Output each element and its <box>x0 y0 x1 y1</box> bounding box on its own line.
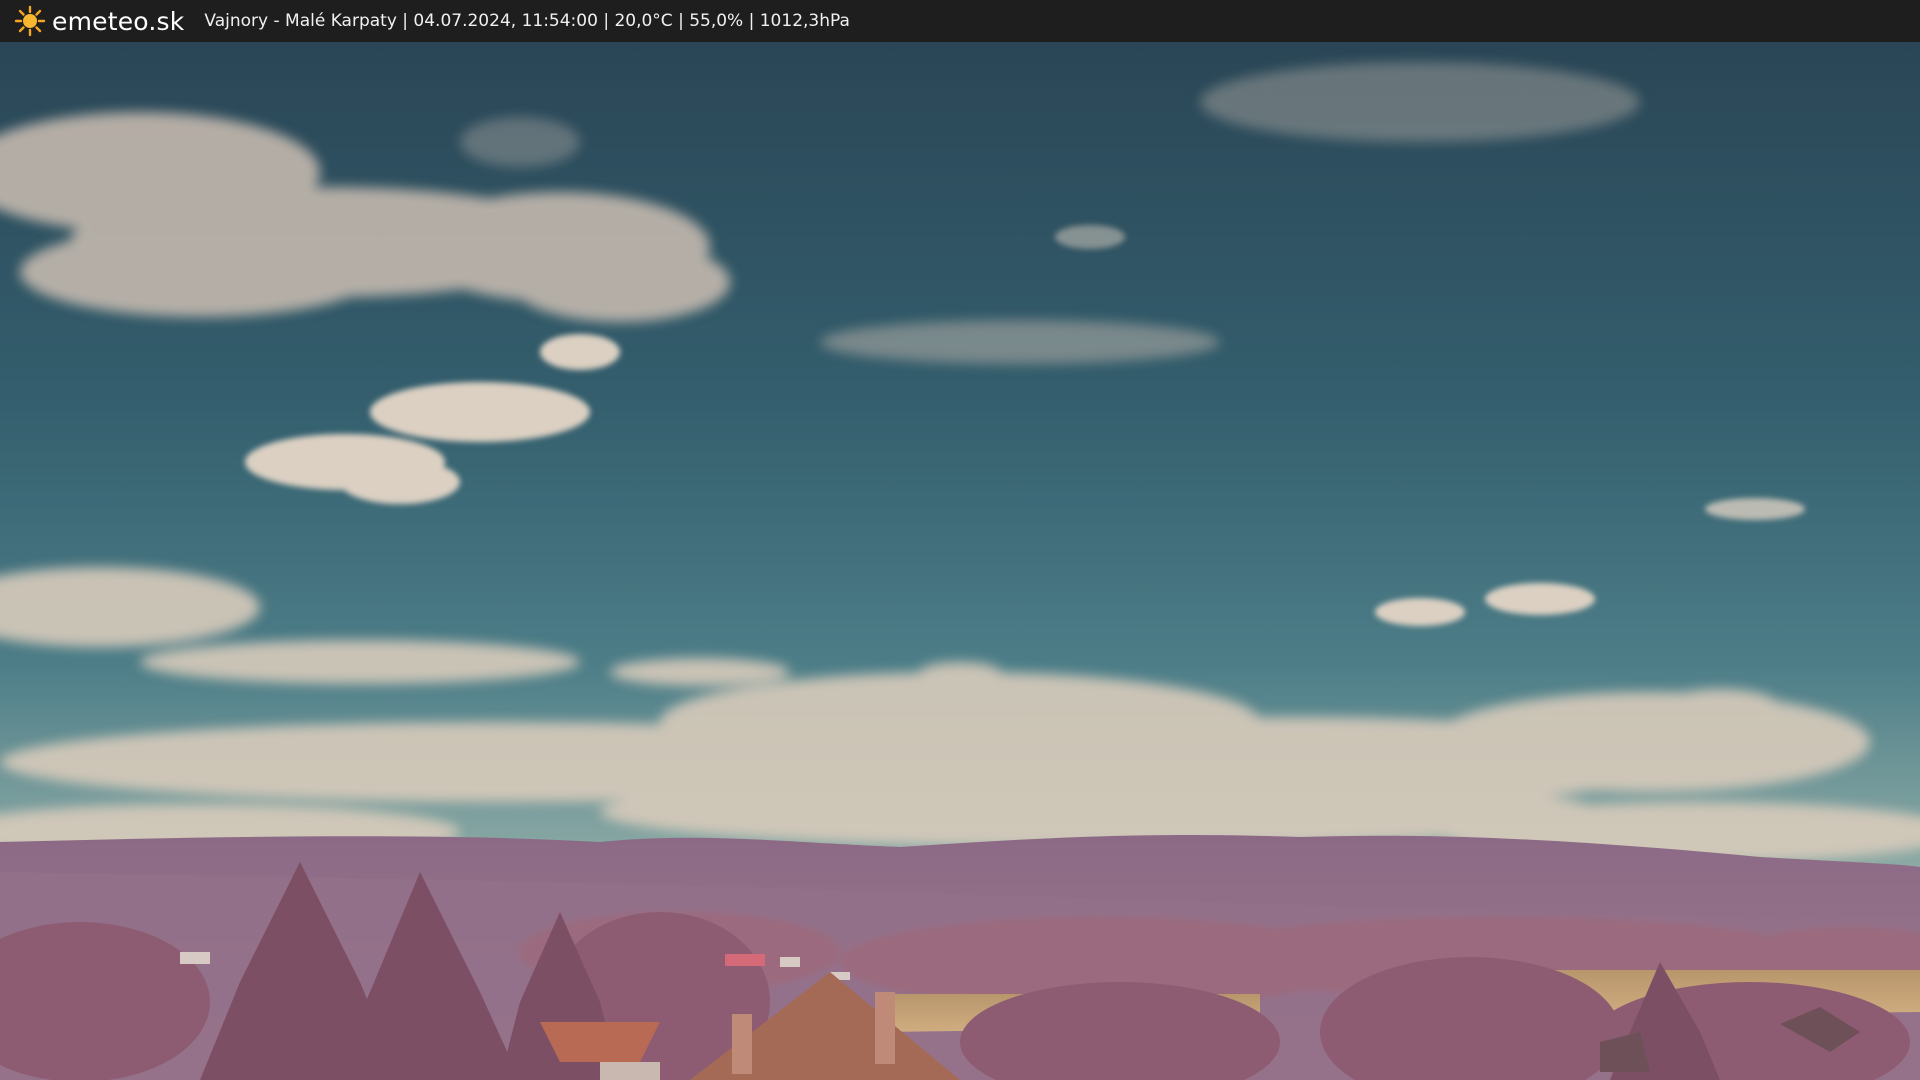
webcam-frame: emeteo.sk Vajnory - Malé Karpaty | 04.07… <box>0 0 1920 1080</box>
weather-caption: Vajnory - Malé Karpaty | 04.07.2024, 11:… <box>204 11 850 31</box>
webcam-image <box>0 42 1920 1080</box>
sun-icon <box>14 5 46 37</box>
emeteo-logo: emeteo.sk <box>14 0 184 42</box>
brand-name: emeteo.sk <box>52 6 185 36</box>
webcam-overlay-bar: emeteo.sk Vajnory - Malé Karpaty | 04.07… <box>0 0 1920 42</box>
